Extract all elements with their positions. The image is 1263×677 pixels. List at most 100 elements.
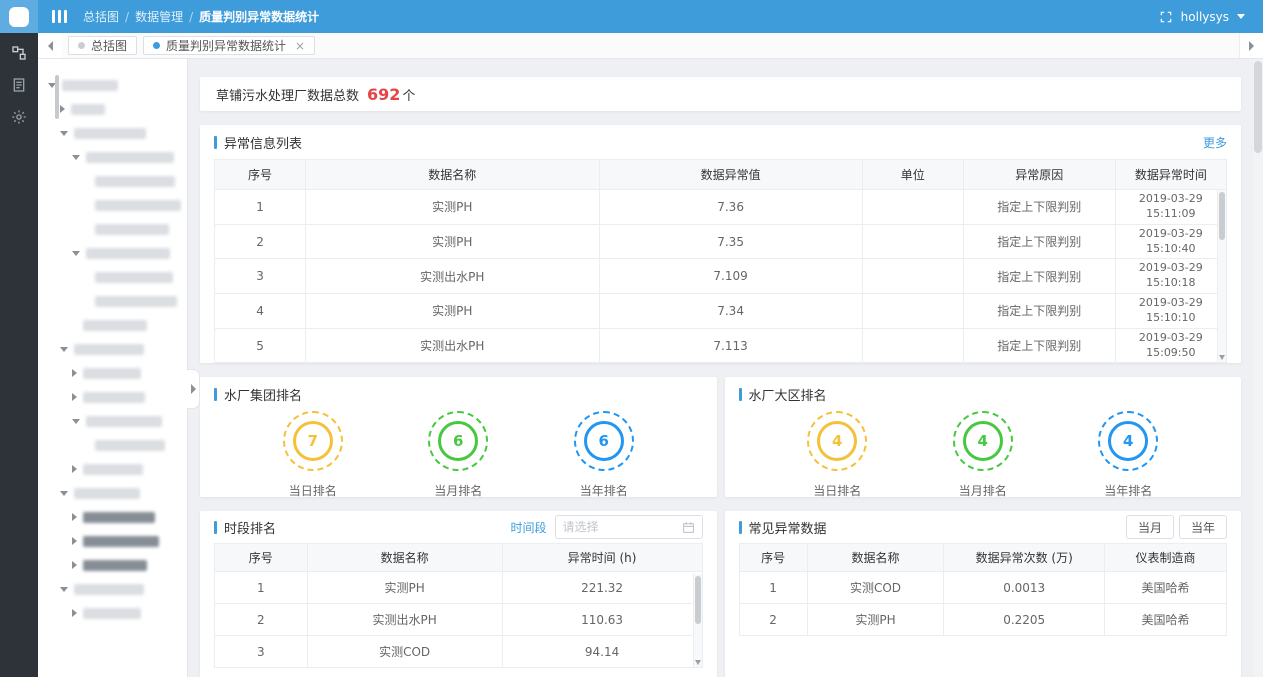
tree-node[interactable] (38, 313, 187, 337)
column-header: 数据异常次数 (万) (944, 544, 1105, 572)
redacted-node-label (83, 560, 147, 571)
username[interactable]: hollysys (1181, 10, 1229, 24)
tree-node[interactable] (38, 289, 187, 313)
tree-node[interactable] (38, 409, 187, 433)
tree-node[interactable] (38, 241, 187, 265)
tree-node[interactable] (38, 337, 187, 361)
menu-columns-icon[interactable] (52, 10, 67, 23)
caret-down-icon[interactable] (60, 347, 68, 352)
tree-scrollbar-thumb[interactable] (55, 75, 59, 119)
tree-node[interactable] (38, 433, 187, 457)
tree-node[interactable] (38, 553, 187, 577)
ranking-value: 4 (1108, 421, 1148, 461)
tree-node[interactable] (38, 193, 187, 217)
gear-icon[interactable] (11, 109, 27, 125)
caret-right-icon[interactable] (72, 561, 77, 569)
table-cell: 指定上下限判别 (963, 294, 1115, 329)
month-button[interactable]: 当月 (1126, 515, 1174, 539)
tree-node[interactable] (38, 169, 187, 193)
tab-scroll-right[interactable] (1239, 33, 1263, 58)
table-row[interactable]: 1实测PH221.32 (215, 572, 703, 604)
tree-node[interactable] (38, 361, 187, 385)
tab-close-icon[interactable]: × (295, 40, 305, 52)
caret-right-icon[interactable] (72, 465, 77, 473)
tab-overview[interactable]: 总括图 (68, 36, 137, 55)
caret-right-icon[interactable] (60, 105, 65, 113)
window-scrollbar[interactable] (1253, 59, 1263, 677)
caret-down-icon[interactable] (60, 131, 68, 136)
tree-node[interactable] (38, 145, 187, 169)
caret-down-icon[interactable] (60, 587, 68, 592)
tree-node[interactable] (38, 385, 187, 409)
caret-right-icon[interactable] (72, 537, 77, 545)
tree-node[interactable] (38, 121, 187, 145)
caret-right-icon[interactable] (72, 513, 77, 521)
tree-node[interactable] (38, 217, 187, 241)
table-row[interactable]: 1实测COD0.0013美国哈希 (739, 572, 1227, 604)
workflow-icon[interactable] (11, 45, 27, 61)
table-row[interactable]: 2实测出水PH110.63 (215, 604, 703, 636)
table-row[interactable]: 4实测PH7.34指定上下限判别2019-03-29 15:10:10 (215, 294, 1227, 329)
table-row[interactable]: 2实测PH7.35指定上下限判别2019-03-29 15:10:40 (215, 224, 1227, 259)
table-cell: 7.36 (599, 190, 862, 225)
tree-node[interactable] (38, 73, 187, 97)
table-cell: 实测出水PH (307, 604, 502, 636)
caret-right-icon[interactable] (72, 369, 77, 377)
breadcrumb-separator: / (189, 10, 193, 24)
year-button[interactable]: 当年 (1179, 515, 1227, 539)
app-logo[interactable] (0, 0, 38, 33)
calendar-icon[interactable] (682, 521, 695, 534)
table-cell: 指定上下限判别 (963, 190, 1115, 225)
tree-node[interactable] (38, 577, 187, 601)
user-menu-caret-icon[interactable] (1237, 14, 1245, 19)
tab-quality-exception-stats[interactable]: 质量判别异常数据统计 × (143, 36, 315, 55)
document-icon[interactable] (11, 77, 27, 93)
tab-label: 总括图 (91, 37, 127, 54)
caret-right-icon[interactable] (72, 393, 77, 401)
tree-node[interactable] (38, 265, 187, 289)
period-filter-label: 时间段 (510, 519, 546, 536)
breadcrumb-item[interactable]: 总括图 (83, 8, 119, 25)
scrollbar-down-icon[interactable] (695, 660, 701, 665)
tree-node[interactable] (38, 601, 187, 625)
ranking-label: 当日排名 (813, 482, 861, 497)
redacted-node-label (95, 200, 181, 211)
caret-down-icon[interactable] (72, 419, 80, 424)
period-ranking-table: 序号数据名称异常时间 (h)1实测PH221.322实测出水PH110.633实… (214, 543, 703, 668)
table-row[interactable]: 3实测出水PH7.109指定上下限判别2019-03-29 15:10:18 (215, 259, 1227, 294)
table-row[interactable]: 2实测PH0.2205美国哈希 (739, 604, 1227, 636)
navigation-tree-panel (38, 59, 188, 677)
fullscreen-icon[interactable] (1159, 10, 1173, 24)
date-range-input[interactable] (563, 520, 678, 534)
caret-down-icon[interactable] (72, 251, 80, 256)
table-header-row: 序号数据名称数据异常值单位异常原因数据异常时间 (215, 160, 1227, 190)
breadcrumb-item[interactable]: 数据管理 (135, 8, 183, 25)
caret-down-icon[interactable] (72, 155, 80, 160)
common-table-wrap: 序号数据名称数据异常次数 (万)仪表制造商1实测COD0.0013美国哈希2实测… (739, 543, 1228, 636)
table-cell (862, 259, 963, 294)
tree-node[interactable] (38, 529, 187, 553)
table-row[interactable]: 5实测出水PH7.113指定上下限判别2019-03-29 15:09:50 (215, 328, 1227, 363)
scrollbar-down-icon[interactable] (1219, 355, 1225, 360)
table-row[interactable]: 1实测PH7.36指定上下限判别2019-03-29 15:11:09 (215, 190, 1227, 225)
column-header: 序号 (739, 544, 807, 572)
tab-scroll-left[interactable] (38, 33, 62, 58)
scrollbar-thumb[interactable] (1219, 192, 1225, 240)
tree-node[interactable] (38, 97, 187, 121)
exception-table-scrollbar[interactable] (1217, 190, 1226, 362)
table-cell: 0.2205 (944, 604, 1105, 636)
date-range-picker[interactable] (555, 515, 703, 539)
title-accent-bar (739, 521, 742, 534)
table-row[interactable]: 3实测COD94.14 (215, 636, 703, 668)
more-link[interactable]: 更多 (1203, 134, 1227, 151)
caret-down-icon[interactable] (60, 491, 68, 496)
window-scrollbar-thumb[interactable] (1254, 61, 1262, 153)
caret-right-icon[interactable] (72, 609, 77, 617)
scrollbar-thumb[interactable] (695, 576, 701, 624)
ranking-ring-icon: 6 (574, 411, 634, 471)
period-table-scrollbar[interactable] (693, 574, 702, 667)
tree-node[interactable] (38, 481, 187, 505)
tree-node[interactable] (38, 505, 187, 529)
tree-node[interactable] (38, 457, 187, 481)
tree-collapse-handle[interactable] (187, 369, 200, 409)
